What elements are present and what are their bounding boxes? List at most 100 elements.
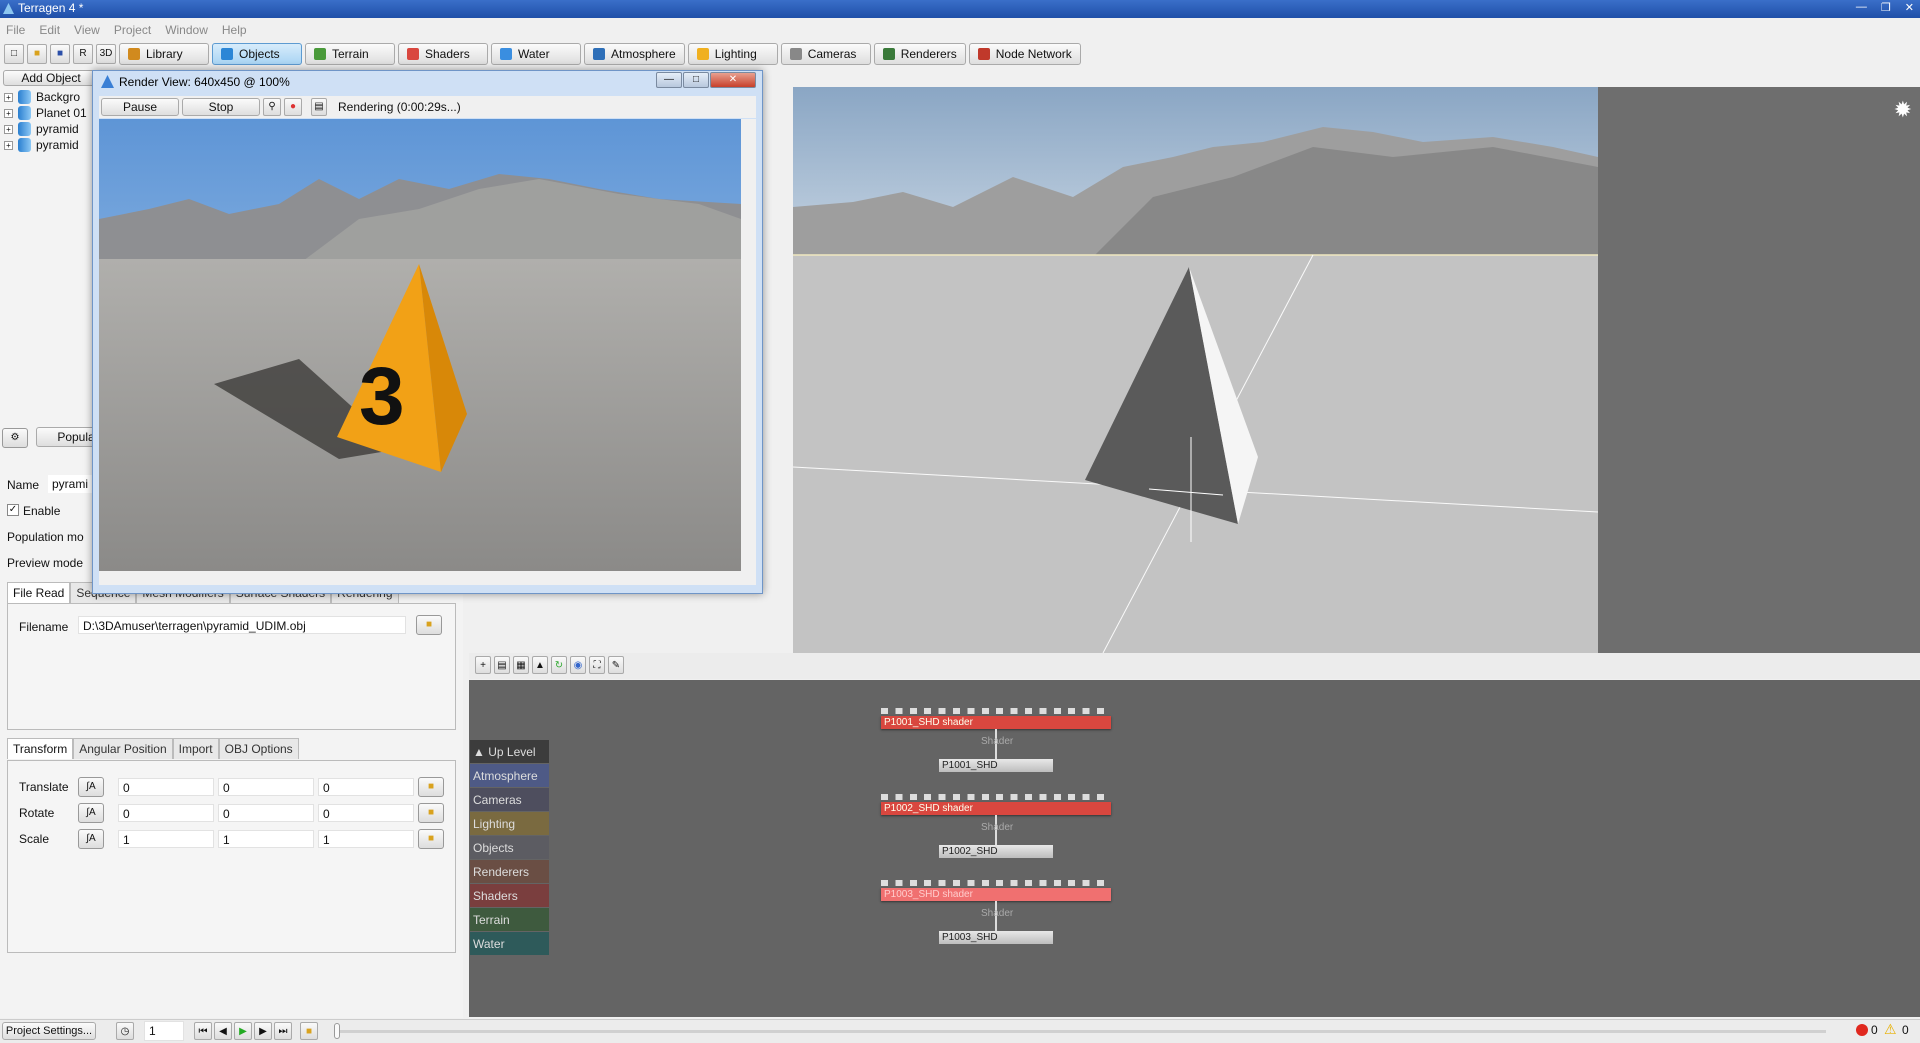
- toolbar-water-button[interactable]: Water: [491, 43, 581, 65]
- toolbar-shaders-button[interactable]: Shaders: [398, 43, 488, 65]
- toolbar-lighting-button[interactable]: Lighting: [687, 43, 778, 65]
- expand-icon[interactable]: +: [4, 124, 13, 134]
- 3d-viewport[interactable]: [793, 87, 1598, 653]
- toolbar-terrain-button[interactable]: Terrain: [305, 43, 395, 65]
- category-renderers[interactable]: Renderers: [470, 860, 549, 883]
- expand-icon[interactable]: +: [4, 108, 13, 118]
- render-vertical-scrollbar[interactable]: [741, 119, 756, 585]
- eye-icon[interactable]: ◉: [570, 656, 586, 674]
- first-frame-icon[interactable]: ⏮: [194, 1022, 212, 1040]
- toolbar-cameras-button[interactable]: Cameras: [780, 43, 871, 65]
- zoom-icon[interactable]: ⚲: [263, 98, 281, 116]
- filename-input[interactable]: D:\3DAmuser\terragen\pyramid_UDIM.obj: [78, 616, 406, 634]
- warning-icon[interactable]: ⚠: [1884, 1021, 1897, 1038]
- object-node[interactable]: P1003_SHD: [939, 931, 1053, 944]
- object-node[interactable]: P1002_SHD: [939, 845, 1053, 858]
- add-object-button[interactable]: Add Object: [3, 70, 99, 86]
- tab-transform[interactable]: Transform: [7, 738, 74, 759]
- save-icon[interactable]: ■: [50, 44, 70, 64]
- toolbar-atmosphere-button[interactable]: Atmosphere: [584, 43, 685, 65]
- tab-file-read[interactable]: File Read: [7, 582, 71, 603]
- new-file-icon[interactable]: □: [4, 44, 24, 64]
- category-shaders[interactable]: Shaders: [470, 884, 549, 907]
- add-node-icon[interactable]: +: [475, 656, 491, 674]
- shader-node[interactable]: P1001_SHD shader: [881, 708, 1111, 729]
- category-water[interactable]: Water: [470, 932, 549, 955]
- category-atmosphere[interactable]: Atmosphere: [470, 764, 549, 787]
- rotate-x-input[interactable]: 0: [118, 804, 214, 822]
- scale-y-input[interactable]: 1: [218, 830, 314, 848]
- menu-view[interactable]: View: [74, 23, 100, 37]
- node-network-panel[interactable]: ▲ Up Level Atmosphere Cameras Lighting Objec…: [469, 680, 1920, 1017]
- tree-item[interactable]: + Planet 01: [4, 106, 87, 120]
- tab-import[interactable]: Import: [172, 738, 219, 759]
- category-lighting[interactable]: Lighting: [470, 812, 549, 835]
- toolbar-node-network-button[interactable]: Node Network: [968, 43, 1081, 65]
- tab-angular-position[interactable]: Angular Position: [73, 738, 173, 759]
- play-icon[interactable]: ▶: [234, 1022, 252, 1040]
- save-image-icon[interactable]: ▤: [311, 98, 327, 116]
- input-ports[interactable]: [881, 880, 1111, 886]
- timeline-slider[interactable]: [336, 1030, 1826, 1033]
- rotate-z-input[interactable]: 0: [318, 804, 414, 822]
- category-objects[interactable]: Objects: [470, 836, 549, 859]
- minimize-icon[interactable]: —: [1856, 1, 1867, 14]
- view-icon[interactable]: ▤: [494, 656, 510, 674]
- keyframe-icon[interactable]: ■: [300, 1022, 318, 1040]
- render-horizontal-scrollbar[interactable]: [99, 571, 741, 585]
- toolbar-library-button[interactable]: Library: [119, 43, 209, 65]
- image-node-icon[interactable]: ▦: [513, 656, 529, 674]
- translate-lock-icon[interactable]: ■: [418, 777, 444, 797]
- fit-view-icon[interactable]: ⛶: [589, 656, 605, 674]
- category-up-level[interactable]: ▲ Up Level: [470, 740, 549, 763]
- next-frame-icon[interactable]: ▶: [254, 1022, 272, 1040]
- edit-icon[interactable]: ✎: [608, 656, 624, 674]
- sun-icon[interactable]: ✹: [1894, 97, 1912, 123]
- rotate-animate-icon[interactable]: ∫A: [78, 803, 104, 823]
- menu-help[interactable]: Help: [222, 23, 247, 37]
- translate-y-input[interactable]: 0: [218, 778, 314, 796]
- close-icon[interactable]: ✕: [1905, 1, 1914, 14]
- input-ports[interactable]: [881, 794, 1111, 800]
- shader-node[interactable]: P1003_SHD shader: [881, 880, 1111, 901]
- pause-button[interactable]: Pause: [101, 98, 179, 116]
- tree-item[interactable]: + pyramid: [4, 122, 79, 136]
- category-terrain[interactable]: Terrain: [470, 908, 549, 931]
- last-frame-icon[interactable]: ⏭: [274, 1022, 292, 1040]
- browse-folder-icon[interactable]: ■: [416, 615, 442, 635]
- stop-button[interactable]: Stop: [182, 98, 260, 116]
- menu-file[interactable]: File: [6, 23, 25, 37]
- terrain-node-icon[interactable]: ▲: [532, 656, 548, 674]
- translate-x-input[interactable]: 0: [118, 778, 214, 796]
- render-icon[interactable]: R: [73, 44, 93, 64]
- rotate-lock-icon[interactable]: ■: [418, 803, 444, 823]
- open-folder-icon[interactable]: ■: [27, 44, 47, 64]
- toolbar-renderers-button[interactable]: Renderers: [873, 43, 966, 65]
- category-cameras[interactable]: Cameras: [470, 788, 549, 811]
- maximize-icon[interactable]: ❐: [1881, 1, 1891, 14]
- prev-frame-icon[interactable]: ◀: [214, 1022, 232, 1040]
- menu-window[interactable]: Window: [165, 23, 208, 37]
- shader-node[interactable]: P1002_SHD shader: [881, 794, 1111, 815]
- input-ports[interactable]: [881, 708, 1111, 714]
- tree-item[interactable]: + pyramid: [4, 138, 79, 152]
- refresh-icon[interactable]: ↻: [551, 656, 567, 674]
- toolbar-objects-button[interactable]: Objects: [212, 43, 302, 65]
- 3d-preview-icon[interactable]: 3D: [96, 44, 116, 64]
- scale-animate-icon[interactable]: ∫A: [78, 829, 104, 849]
- scale-x-input[interactable]: 1: [118, 830, 214, 848]
- expand-icon[interactable]: +: [4, 92, 13, 102]
- color-channels-icon[interactable]: ●: [284, 98, 302, 116]
- render-minimize-button[interactable]: —: [656, 72, 682, 88]
- frame-input[interactable]: 1: [144, 1021, 184, 1041]
- menu-project[interactable]: Project: [114, 23, 151, 37]
- translate-animate-icon[interactable]: ∫A: [78, 777, 104, 797]
- tree-item[interactable]: + Backgro: [4, 90, 80, 104]
- clock-icon[interactable]: ◷: [116, 1022, 134, 1040]
- rotate-y-input[interactable]: 0: [218, 804, 314, 822]
- gear-icon[interactable]: ⚙: [2, 428, 28, 448]
- tab-obj-options[interactable]: OBJ Options: [218, 738, 299, 759]
- enable-checkbox[interactable]: ✓: [7, 504, 19, 516]
- scale-z-input[interactable]: 1: [318, 830, 414, 848]
- error-icon[interactable]: [1856, 1024, 1868, 1036]
